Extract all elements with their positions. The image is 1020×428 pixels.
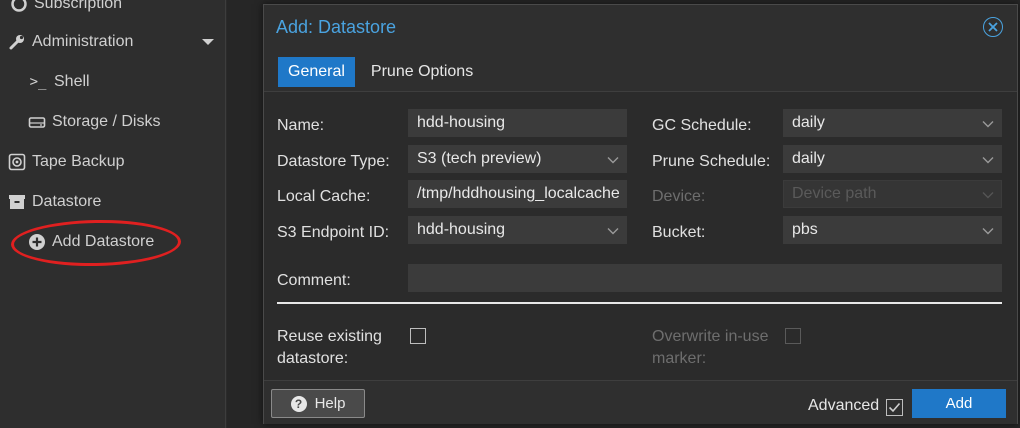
s3-endpoint-select[interactable]: hdd-housing (408, 216, 627, 244)
name-label: Name: (277, 117, 325, 134)
add-datastore-dialog: Add: Datastore General Prune Options Nam… (263, 4, 1018, 424)
gc-schedule-select[interactable]: daily (783, 109, 1002, 137)
add-button[interactable]: Add (912, 389, 1006, 418)
sidebar-item-tape-backup[interactable]: Tape Backup (8, 150, 125, 174)
gc-schedule-value: daily (792, 114, 825, 131)
local-cache-input[interactable]: /tmp/hddhousing_localcache (408, 180, 627, 208)
s3-endpoint-label: S3 Endpoint ID: (277, 224, 390, 241)
advanced-checkbox[interactable] (886, 399, 903, 416)
sidebar-item-administration[interactable]: Administration (8, 30, 214, 54)
reuse-label-line-1: Reuse existing (277, 328, 382, 345)
chevron-down-icon[interactable] (981, 110, 995, 136)
dialog-title: Add: Datastore (276, 17, 397, 37)
tab-general[interactable]: General (278, 57, 355, 87)
chevron-down-icon[interactable] (981, 217, 995, 243)
sidebar-item-storage-disks[interactable]: Storage / Disks (28, 110, 160, 134)
sidebar-item-label: Storage / Disks (52, 113, 161, 130)
overwrite-marker-label: Overwrite in-use marker: (652, 326, 768, 370)
chevron-down-icon[interactable] (200, 30, 216, 54)
device-label: Device: (652, 188, 706, 205)
datastore-type-value: S3 (tech preview) (417, 150, 542, 167)
form-panel: Name: hdd-housing Datastore Type: S3 (te… (264, 92, 1017, 380)
help-button-label: Help (314, 395, 346, 412)
chevron-down-icon[interactable] (981, 146, 995, 172)
chevron-down-icon[interactable] (606, 217, 620, 243)
reuse-label-line-2: datastore: (277, 350, 349, 367)
advanced-label: Advanced (808, 397, 880, 414)
datastore-type-label: Datastore Type: (277, 153, 390, 170)
tab-prune-options[interactable]: Prune Options (361, 57, 483, 87)
sidebar-item-add-datastore[interactable]: Add Datastore (28, 230, 154, 254)
comment-label: Comment: (277, 272, 351, 289)
question-circle-icon: ? (290, 395, 307, 412)
close-icon[interactable] (983, 17, 1003, 37)
comment-input[interactable] (408, 264, 1002, 292)
section-divider (277, 302, 1002, 304)
device-select: Device path (783, 180, 1002, 208)
sidebar-item-shell[interactable]: >_ Shell (28, 70, 90, 94)
terminal-icon: >_ (29, 74, 47, 90)
bucket-label: Bucket: (652, 224, 706, 241)
chevron-down-icon (981, 181, 995, 207)
help-button[interactable]: ? Help (271, 389, 365, 418)
sidebar-item-label: Add Datastore (52, 233, 155, 250)
sidebar-item-label: Administration (32, 33, 134, 50)
sidebar-item-label: Shell (54, 73, 90, 90)
archive-icon (8, 193, 26, 211)
dialog-footer: ? Help Advanced Add (264, 380, 1017, 424)
sidebar: Subscription Administration >_ Shell Sto… (0, 0, 226, 428)
prune-schedule-select[interactable]: daily (783, 145, 1002, 173)
wrench-icon (8, 33, 26, 51)
overwrite-marker-checkbox (785, 328, 801, 344)
prune-schedule-label: Prune Schedule: (652, 153, 771, 170)
sidebar-item-subscription[interactable]: Subscription (10, 0, 122, 16)
reuse-datastore-checkbox[interactable] (410, 328, 426, 344)
bucket-value: pbs (792, 221, 818, 238)
tab-bar: General Prune Options (278, 57, 489, 87)
prune-schedule-value: daily (792, 150, 825, 167)
s3-endpoint-value: hdd-housing (417, 221, 506, 238)
checkmark-icon (888, 402, 901, 413)
lifebuoy-icon (10, 0, 28, 13)
sidebar-item-label: Tape Backup (32, 153, 125, 170)
overwrite-label-line-1: Overwrite in-use (652, 328, 769, 345)
datastore-type-select[interactable]: S3 (tech preview) (408, 145, 627, 173)
local-cache-label: Local Cache: (277, 188, 371, 205)
overwrite-label-line-2: marker: (652, 350, 707, 367)
bucket-select[interactable]: pbs (783, 216, 1002, 244)
device-placeholder: Device path (792, 185, 877, 202)
sidebar-item-label: Datastore (32, 193, 102, 210)
sidebar-item-datastore[interactable]: Datastore (8, 190, 101, 214)
gc-schedule-label: GC Schedule: (652, 117, 752, 134)
tape-icon (8, 153, 26, 171)
reuse-datastore-label: Reuse existing datastore: (277, 326, 382, 370)
sidebar-item-label: Subscription (34, 0, 123, 12)
name-input[interactable]: hdd-housing (408, 109, 627, 137)
hdd-icon (28, 113, 46, 131)
plus-circle-icon (28, 233, 46, 251)
chevron-down-icon[interactable] (606, 146, 620, 172)
